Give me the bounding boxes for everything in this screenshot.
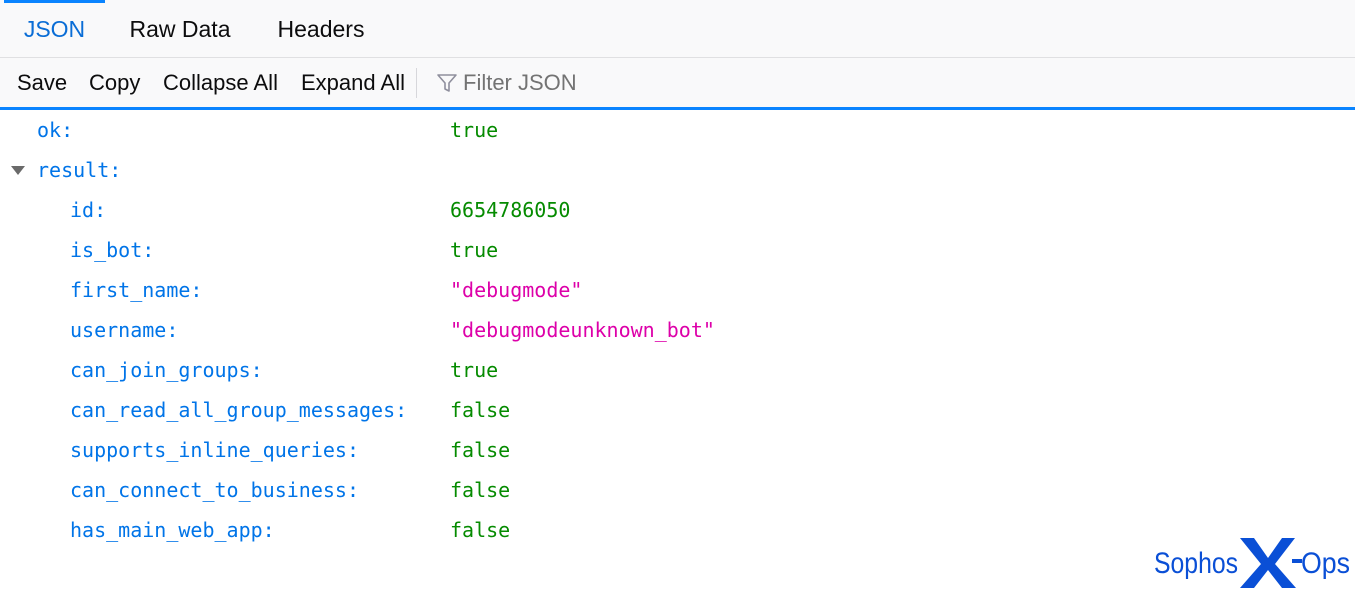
json-value: true — [450, 118, 499, 142]
json-row-can-connect-to-business: can_connect_to_business: false — [0, 470, 1355, 510]
json-key: can_connect_to_business: — [70, 478, 359, 502]
tab-raw-data[interactable]: Raw Data — [115, 0, 245, 58]
copy-button[interactable]: Copy — [89, 58, 140, 107]
json-row-can-join-groups: can_join_groups: true — [0, 350, 1355, 390]
json-viewer: JSON Raw Data Headers Save Copy Collapse… — [0, 0, 1355, 607]
json-row-is-bot: is_bot: true — [0, 230, 1355, 270]
json-value: false — [450, 438, 511, 462]
toolbar-divider — [416, 68, 417, 98]
expand-triangle-icon[interactable] — [11, 166, 25, 175]
json-value: false — [450, 478, 511, 502]
json-value: "debugmode" — [450, 278, 583, 302]
json-key: first_name: — [70, 278, 203, 302]
expand-all-button[interactable]: Expand All — [301, 58, 405, 107]
json-row-can-read-all-group-messages: can_read_all_group_messages: false — [0, 390, 1355, 430]
json-key: result: — [37, 158, 122, 182]
json-row-result[interactable]: result: — [0, 150, 1355, 190]
svg-text:Sophos: Sophos — [1154, 547, 1238, 580]
json-key: can_read_all_group_messages: — [70, 398, 408, 422]
json-value: false — [450, 518, 511, 542]
json-key: ok: — [37, 118, 74, 142]
json-value: 6654786050 — [450, 198, 571, 222]
json-value: "debugmodeunknown_bot" — [450, 318, 715, 342]
json-toolbar: Save Copy Collapse All Expand All — [0, 58, 1355, 110]
json-key: has_main_web_app: — [70, 518, 275, 542]
json-row-username: username: "debugmodeunknown_bot" — [0, 310, 1355, 350]
save-button[interactable]: Save — [17, 58, 67, 107]
sophos-xops-logo: Sophos Ops — [1154, 538, 1350, 588]
json-value: false — [450, 398, 511, 422]
filter-funnel-icon — [437, 74, 457, 92]
filter-json-input[interactable] — [463, 64, 723, 102]
json-row-id: id: 6654786050 — [0, 190, 1355, 230]
json-key: username: — [70, 318, 179, 342]
json-key: can_join_groups: — [70, 358, 263, 382]
tab-headers[interactable]: Headers — [262, 0, 380, 58]
tab-json[interactable]: JSON — [4, 0, 105, 58]
json-row-first-name: first_name: "debugmode" — [0, 270, 1355, 310]
json-value: true — [450, 238, 499, 262]
collapse-all-button[interactable]: Collapse All — [163, 58, 278, 107]
viewer-tabs: JSON Raw Data Headers — [0, 0, 1355, 58]
json-key: is_bot: — [70, 238, 155, 262]
json-row-ok: ok: true — [0, 110, 1355, 150]
json-key: supports_inline_queries: — [70, 438, 359, 462]
json-key: id: — [70, 198, 107, 222]
json-value: true — [450, 358, 499, 382]
json-row-supports-inline-queries: supports_inline_queries: false — [0, 430, 1355, 470]
svg-text:Ops: Ops — [1301, 547, 1350, 580]
filter-json-field[interactable] — [432, 64, 732, 102]
